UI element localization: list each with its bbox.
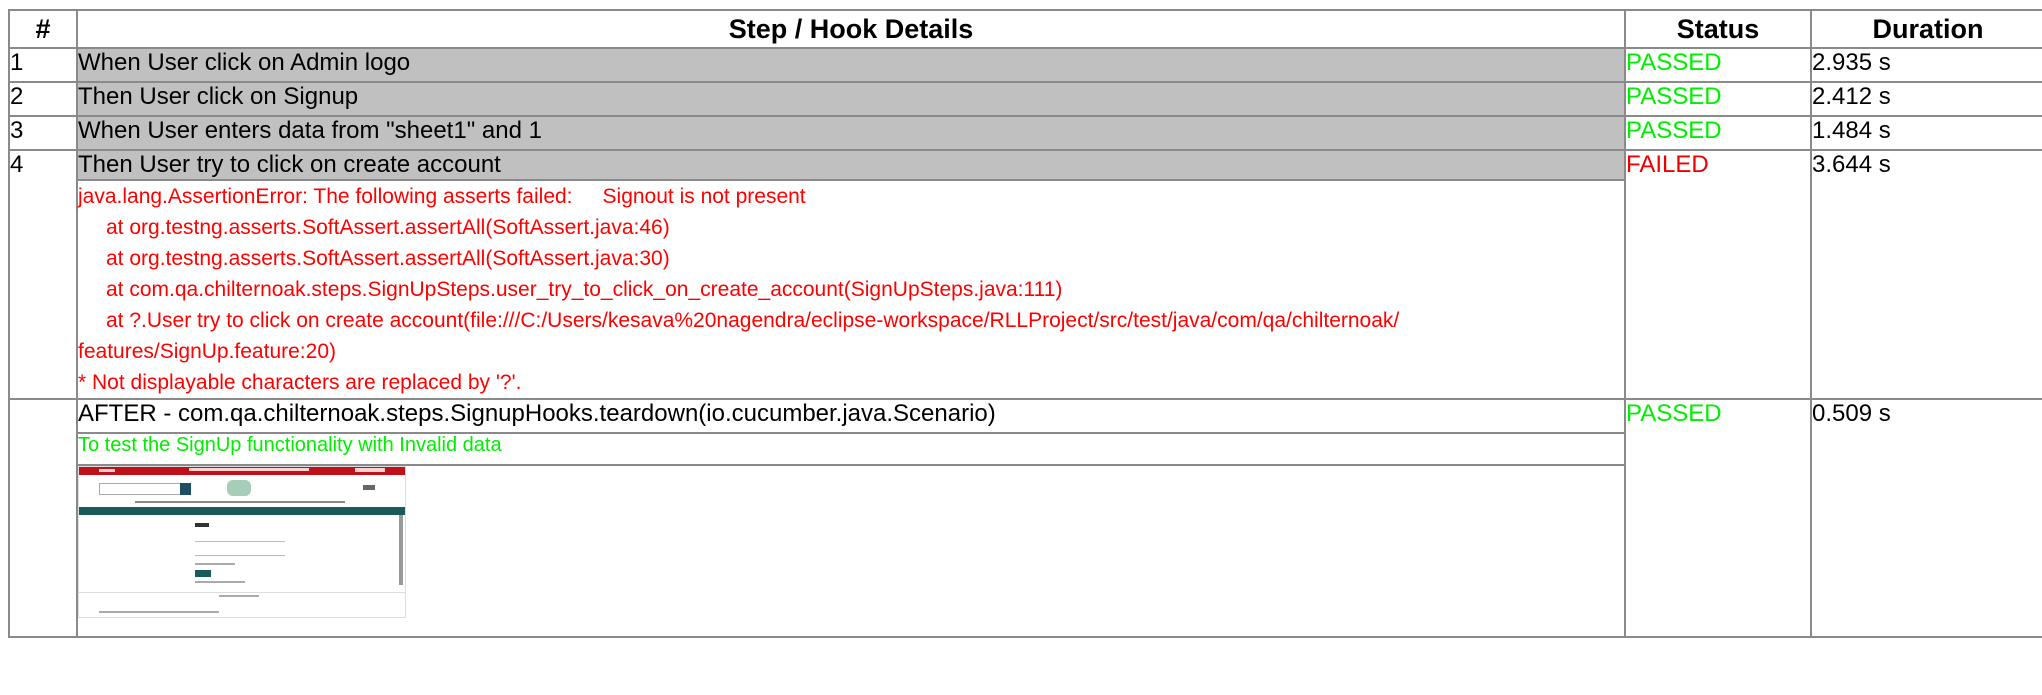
step-status: PASSED [1624,47,1812,83]
step-text: When User enters data from "sheet1" and … [76,115,1626,151]
header-num: # [8,9,78,49]
thumb-logo [227,480,251,496]
step-text: When User click on Admin logo [76,47,1626,83]
table-row: 2 Then User click on Signup PASSED 2.412… [8,81,2042,117]
table-row-failed: 4 Then User try to click on create accou… [8,149,2042,400]
hook-description: To test the SignUp functionality with In… [76,432,1626,466]
header-row: # Step / Hook Details Status Duration [8,9,2042,49]
hook-row: AFTER - com.qa.chilternoak.steps.SignupH… [8,398,2042,638]
step-duration: 2.935 s [1810,47,2042,83]
hook-num [8,398,78,638]
step-duration: 3.644 s [1810,149,2042,400]
step-num: 4 [8,149,78,400]
error-first-line: java.lang.AssertionError: The following … [78,185,806,208]
stack-line: at org.testng.asserts.SoftAssert.assertA… [106,247,670,270]
error-message: java.lang.AssertionError: The following … [76,179,1626,400]
hook-text: AFTER - com.qa.chilternoak.steps.SignupH… [76,398,1626,434]
header-details: Step / Hook Details [76,9,1626,49]
step-status: PASSED [1624,81,1812,117]
stack-line: at com.qa.chilternoak.steps.SignUpSteps.… [106,278,1063,301]
stack-line-wrap: features/SignUp.feature:20) [78,340,336,363]
table-row: 1 When User click on Admin logo PASSED 2… [8,47,2042,83]
thumb-search-input [99,483,181,495]
table-row: 3 When User enters data from "sheet1" an… [8,115,2042,151]
step-duration: 2.412 s [1810,81,2042,117]
thumb-phone [355,468,385,472]
hook-status: PASSED [1624,398,1812,638]
step-status: PASSED [1624,115,1812,151]
step-status: FAILED [1624,149,1812,400]
thumb-scrollbar [399,515,403,585]
thumb-search-button [180,483,191,495]
thumb-info-bar [79,507,405,515]
steps-table: # Step / Hook Details Status Duration 1 … [8,9,2042,638]
thumb-email-field [195,535,285,542]
thumb-forgot-link [195,563,235,565]
header-duration: Duration [1810,9,2042,49]
thumb-footer-text [99,611,219,613]
thumb-divider [79,592,405,593]
step-duration: 1.484 s [1810,115,2042,151]
thumb-account-icons [363,485,375,490]
thumb-banner-text [189,468,309,471]
stack-line: at ?.User try to click on create account… [106,309,1400,332]
error-note: * Not displayable characters are replace… [78,371,522,394]
stack-line: at org.testng.asserts.SoftAssert.assertA… [106,216,670,239]
thumb-signin-button [195,570,211,577]
screenshot-thumbnail[interactable] [79,467,406,618]
step-num: 3 [8,115,78,151]
thumb-nav-menu [135,501,345,503]
step-report: # Step / Hook Details Status Duration 1 … [0,0,2042,695]
step-num: 1 [8,47,78,83]
thumb-back-to-top [219,595,259,597]
step-num: 2 [8,81,78,117]
step-text: Then User try to click on create account [76,149,1626,181]
thumb-password-field [195,549,285,556]
thumb-login-title [195,523,209,527]
hook-duration: 0.509 s [1810,398,2042,638]
thumb-newuser-link [195,581,245,583]
thumb-social-icons [99,469,115,472]
header-status: Status [1624,9,1812,49]
hook-screenshot-cell [76,464,1626,638]
step-text: Then User click on Signup [76,81,1626,117]
